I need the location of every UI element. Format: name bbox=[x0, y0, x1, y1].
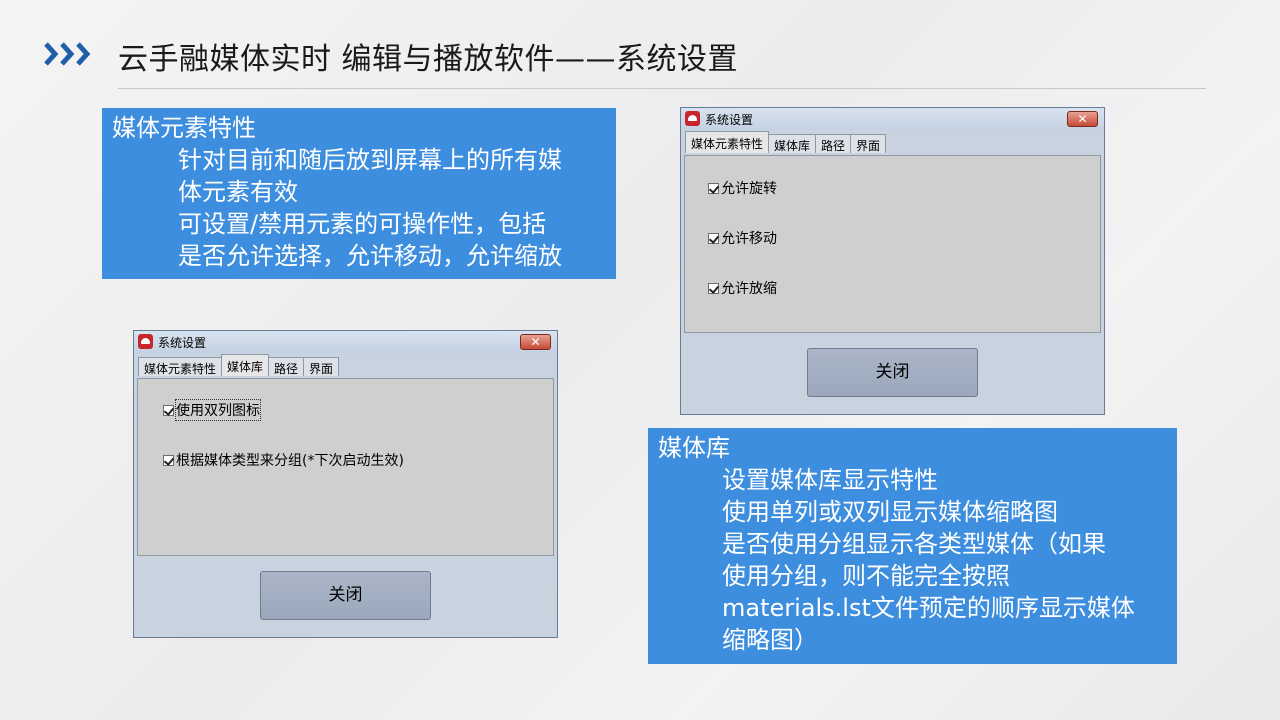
close-button[interactable]: 关闭 bbox=[807, 348, 978, 397]
tab-media-elements[interactable]: 媒体元素特性 bbox=[138, 357, 223, 376]
group-by-type-checkbox[interactable]: 根据媒体类型来分组(*下次启动生效) bbox=[163, 450, 404, 470]
tab-media-library[interactable]: 媒体库 bbox=[221, 354, 270, 376]
info-line: 针对目前和随后放到屏幕上的所有媒 bbox=[178, 146, 562, 174]
info-line: 使用分组，则不能完全按照 bbox=[722, 562, 1010, 590]
checkbox-label: 允许旋转 bbox=[721, 181, 777, 197]
page-title: 云手融媒体实时 编辑与播放软件——系统设置 bbox=[118, 42, 739, 77]
allow-rotate-checkbox[interactable]: 允许旋转 bbox=[708, 178, 777, 198]
checkbox-checked-icon[interactable] bbox=[708, 282, 719, 294]
app-logo-icon bbox=[685, 111, 700, 126]
checkbox-label: 允许移动 bbox=[721, 231, 777, 247]
checkbox-label: 根据媒体类型来分组(*下次启动生效) bbox=[176, 453, 404, 469]
checkbox-checked-icon[interactable] bbox=[708, 232, 719, 244]
info-box-media-library: 媒体库 设置媒体库显示特性 使用单列或双列显示媒体缩略图 是否使用分组显示各类型… bbox=[648, 428, 1177, 664]
checkbox-label: 使用双列图标 bbox=[175, 399, 261, 421]
dialog-titlebar[interactable]: 系统设置 ✕ bbox=[134, 331, 557, 353]
tab-media-elements[interactable]: 媒体元素特性 bbox=[685, 131, 770, 153]
tab-interface[interactable]: 界面 bbox=[850, 134, 887, 153]
dialog-title: 系统设置 bbox=[158, 336, 207, 350]
close-window-button[interactable]: ✕ bbox=[520, 334, 551, 350]
tab-interface[interactable]: 界面 bbox=[303, 357, 340, 376]
info-line: 缩略图） bbox=[722, 626, 818, 654]
double-column-icons-checkbox[interactable]: 使用双列图标 bbox=[163, 399, 261, 421]
info-line: 可设置/禁用元素的可操作性，包括 bbox=[178, 210, 547, 238]
tab-path[interactable]: 路径 bbox=[268, 357, 305, 376]
tab-path[interactable]: 路径 bbox=[815, 134, 852, 153]
checkbox-checked-icon[interactable] bbox=[163, 404, 174, 416]
close-window-button[interactable]: ✕ bbox=[1067, 111, 1098, 127]
info-line: 是否使用分组显示各类型媒体（如果 bbox=[722, 530, 1106, 558]
checkbox-checked-icon[interactable] bbox=[708, 182, 719, 194]
info-box-media-elements: 媒体元素特性 针对目前和随后放到屏幕上的所有媒 体元素有效 可设置/禁用元素的可… bbox=[102, 108, 616, 279]
info-heading: 媒体元素特性 bbox=[112, 114, 256, 142]
info-line: 设置媒体库显示特性 bbox=[722, 466, 938, 494]
info-line: 是否允许选择，允许移动，允许缩放 bbox=[178, 242, 562, 270]
checkbox-label: 允许放缩 bbox=[721, 281, 777, 297]
tab-bar: 媒体元素特性 媒体库 路径 界面 bbox=[685, 131, 887, 155]
dialog-title: 系统设置 bbox=[705, 113, 754, 127]
info-heading: 媒体库 bbox=[658, 434, 730, 462]
info-line: 使用单列或双列显示媒体缩略图 bbox=[722, 498, 1058, 526]
chevron-right-triple-icon bbox=[44, 40, 92, 72]
info-line: materials.lst文件预定的顺序显示媒体 bbox=[722, 594, 1135, 622]
allow-move-checkbox[interactable]: 允许移动 bbox=[708, 228, 777, 248]
tab-bar: 媒体元素特性 媒体库 路径 界面 bbox=[138, 354, 340, 378]
settings-dialog-elements: 系统设置 ✕ 媒体元素特性 媒体库 路径 界面 允许旋转 允许移动 允许放缩 关… bbox=[680, 107, 1105, 415]
title-divider bbox=[118, 88, 1206, 89]
dialog-titlebar[interactable]: 系统设置 ✕ bbox=[681, 108, 1104, 130]
tab-panel: 允许旋转 允许移动 允许放缩 bbox=[684, 155, 1101, 333]
tab-media-library[interactable]: 媒体库 bbox=[768, 134, 817, 153]
info-line: 体元素有效 bbox=[178, 178, 298, 206]
tab-panel: 使用双列图标 根据媒体类型来分组(*下次启动生效) bbox=[137, 378, 554, 556]
app-logo-icon bbox=[138, 334, 153, 349]
checkbox-checked-icon[interactable] bbox=[163, 454, 174, 466]
close-button[interactable]: 关闭 bbox=[260, 571, 431, 620]
allow-scale-checkbox[interactable]: 允许放缩 bbox=[708, 278, 777, 298]
settings-dialog-library: 系统设置 ✕ 媒体元素特性 媒体库 路径 界面 使用双列图标 根据媒体类型来分组… bbox=[133, 330, 558, 638]
